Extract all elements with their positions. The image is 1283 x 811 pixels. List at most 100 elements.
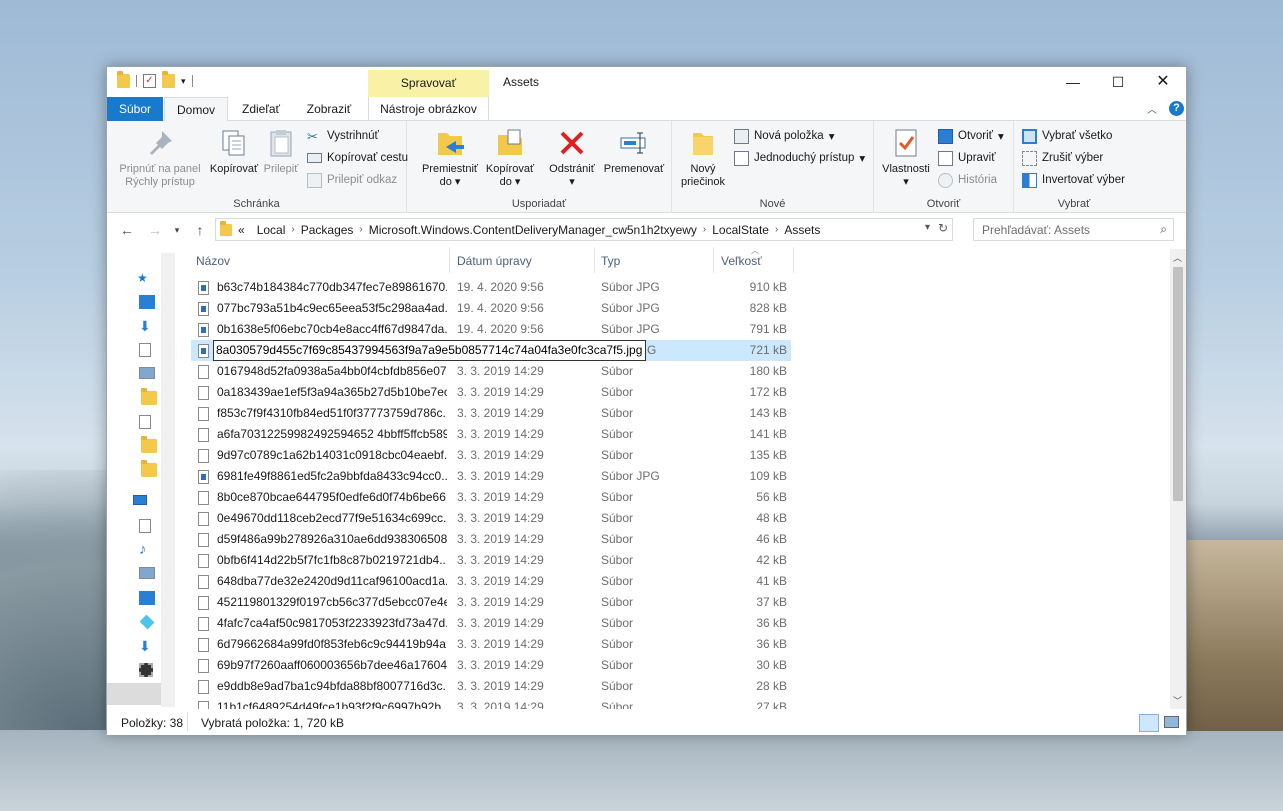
address-bar[interactable]: « Local › Packages › Microsoft.Windows.Con… [215,218,953,241]
rename-button[interactable]: Premenovať [601,127,667,176]
videos-icon[interactable] [139,663,153,677]
downloads-arrow-icon[interactable]: ⬇ [139,319,155,333]
new-folder-icon[interactable] [162,71,175,88]
documents-icon[interactable] [139,343,151,357]
history-button[interactable]: História [938,171,997,189]
collapse-ribbon-icon[interactable]: ︿ [1147,101,1157,116]
table-row[interactable]: 4fafc7ca4af50c9817053f2233923fd73a47d...… [191,613,791,634]
address-dropdown-icon[interactable]: ▾ [925,222,930,233]
tab-picture-tools[interactable]: Nástroje obrázkov [368,97,489,121]
table-row[interactable]: 6d79662684a99fd0f853feb6c9c94419b94a... 3… [191,634,791,655]
large-icons-view-icon[interactable] [1164,716,1179,728]
nav-item-drive-selected[interactable] [107,683,161,705]
easy-access-button[interactable]: Jednoduchý prístup ▾ [734,149,865,167]
table-row[interactable]: 0b1638e5f06ebc70cb4e8acc4ff67d9847da... 1… [191,319,791,340]
details-view-icon[interactable] [1139,714,1159,732]
back-arrow-icon[interactable]: ← [119,222,135,238]
desktop-icon[interactable] [139,295,155,309]
chevron-right-icon[interactable]: › [359,224,362,235]
chevron-right-icon[interactable]: › [703,224,706,235]
pictures-icon[interactable] [139,567,155,579]
table-row[interactable]: 8b0ce870bcae644795f0edfe6d0f74b6be66... 3… [191,487,791,508]
table-row[interactable]: 0167948d52fa0938a5a4bb0f4cbfdb856e07... 3… [191,361,791,382]
copy-to-button[interactable]: Kopírovať do ▾ [479,127,541,189]
paste-button[interactable]: Prilepiť [259,127,303,176]
column-separator[interactable] [713,247,714,273]
move-to-button[interactable]: Premiestniť do ▾ [419,127,481,189]
tab-home[interactable]: Domov [164,97,228,122]
search-input[interactable]: Prehľadávať: Assets ⌕ [973,218,1174,241]
scrollbar-thumb[interactable] [1173,267,1183,501]
tab-share[interactable]: Zdieľať [233,97,289,121]
breadcrumb-overflow[interactable]: « [238,223,245,237]
new-item-button[interactable]: Nová položka ▾ [734,127,834,145]
select-none-button[interactable]: Zrušiť výber [1022,149,1103,167]
column-separator[interactable] [449,247,450,273]
breadcrumb-packages[interactable]: Packages [301,223,354,237]
table-row[interactable]: f853c7f9f4310fb84ed51f0f37773759d786c...… [191,403,791,424]
table-row[interactable]: 8a030579d455c7f69c85437994563f9a7a9e5b08… [191,340,791,361]
column-separator[interactable] [793,247,794,273]
this-pc-icon[interactable] [133,495,147,505]
table-row[interactable]: 11b1cf6489254d49fce1b93f2f9c6997b92b... 3… [191,697,791,709]
maximize-button[interactable]: ☐ [1095,67,1141,97]
folder-icon[interactable] [141,460,157,477]
pictures-icon[interactable] [139,367,155,379]
folder-icon[interactable] [141,436,157,453]
breadcrumb-local[interactable]: Local [257,223,286,237]
refresh-icon[interactable]: ↻ [938,221,948,235]
table-row[interactable]: 6981fe49f8861ed5fc2a9bbfda8433c94cc0... 3… [191,466,791,487]
desktop-icon[interactable] [139,591,155,605]
copy-path-button[interactable]: Kopírovať cestu [307,149,408,167]
table-row[interactable]: e9ddb8e9ad7ba1c94bfda88bf8007716d3c... 3.… [191,676,791,697]
table-row[interactable]: 0a183439ae1ef5f3a94a365b27d5b10be7ec... 3… [191,382,791,403]
music-note-icon[interactable]: ♪ [139,542,155,557]
scroll-up-icon[interactable]: ︿ [1173,251,1182,264]
quick-access-star-icon[interactable]: ★ [137,271,148,285]
file-list-scrollbar[interactable]: ︿ ﹀ [1170,249,1186,709]
tab-view[interactable]: Zobraziť [297,97,361,121]
cut-button[interactable]: ✂ Vystrihnúť [307,127,379,145]
paste-shortcut-button[interactable]: Prilepiť odkaz [307,171,397,189]
table-row[interactable]: 0bfb6f414d22b5f7fc1fb8c87b0219721db4... 3… [191,550,791,571]
close-button[interactable]: ✕ [1140,67,1186,97]
table-row[interactable]: 0e49670dd118ceb2ecd77f9e51634c699cc... 3.… [191,508,791,529]
column-size[interactable]: Veľkosť [721,254,762,268]
up-arrow-icon[interactable]: ↑ [192,222,208,238]
table-row[interactable]: 9d97c0789c1a62b14031c0918cbc04eaebf... 3.… [191,445,791,466]
edit-button[interactable]: Upraviť [938,149,996,167]
invert-selection-button[interactable]: Invertovať výber [1022,171,1125,189]
table-row[interactable]: 077bc793a51b4c9ec65eea53f5c298aa4ad... 19… [191,298,791,319]
nav-scrollbar[interactable] [161,253,175,707]
breadcrumb-assets[interactable]: Assets [784,223,820,237]
tab-file[interactable]: Súbor [107,97,163,121]
chevron-right-icon[interactable]: › [775,224,778,235]
chevron-right-icon[interactable]: › [291,224,294,235]
scroll-down-icon[interactable]: ﹀ [1173,694,1182,707]
breadcrumb-contentdeliverymanager[interactable]: Microsoft.Windows.ContentDeliveryManager… [369,223,697,237]
open-button[interactable]: Otvoriť ▾ [938,127,1004,145]
forward-arrow-icon[interactable]: → [147,222,163,238]
documents-icon[interactable] [139,519,151,533]
downloads-arrow-icon[interactable]: ⬇ [139,639,155,653]
column-name[interactable]: Názov [196,254,230,268]
customize-toolbar-icon[interactable]: ▾ [181,76,186,87]
recent-locations-chevron-icon[interactable]: ▾ [169,225,185,236]
delete-button[interactable]: Odstrániť ▾ [543,127,601,189]
table-row[interactable]: d59f486a99b278926a310ae6dd938306508... 3.… [191,529,791,550]
table-row[interactable]: 452119801329f0197cb56c377d5ebcc07e4e... 3… [191,592,791,613]
table-row[interactable]: 648dba77de32e2420d9d11caf96100acd1a... 3.… [191,571,791,592]
properties-button[interactable]: Vlastnosti ▾ [878,127,934,189]
table-row[interactable]: a6fa70312259982492594652 4bbff5ffcb589..… [191,424,791,445]
breadcrumb-localstate[interactable]: LocalState [712,223,769,237]
minimize-button[interactable]: — [1050,67,1096,97]
properties-check-icon[interactable]: ✓ [143,74,156,88]
folder-icon[interactable] [141,388,157,405]
select-all-button[interactable]: Vybrať všetko [1022,127,1112,145]
help-icon[interactable]: ? [1169,101,1184,116]
3d-objects-icon[interactable] [139,614,155,630]
column-type[interactable]: Typ [601,254,620,268]
context-tab-manage[interactable]: Spravovať [368,70,489,97]
document-icon[interactable] [139,415,151,429]
table-row[interactable]: 69b97f7260aaff060003656b7dee46a17604... 3… [191,655,791,676]
